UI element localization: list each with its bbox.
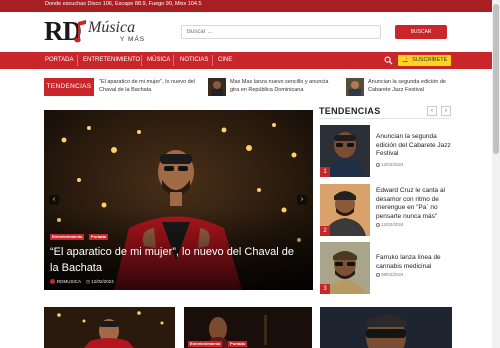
hero-category-badge[interactable]: Entretenimiento [50,234,85,240]
nav-divider [212,55,213,66]
sidebar-item-rank: 2 [320,226,330,236]
nav-item-noticias[interactable]: NOTICIAS [180,57,208,63]
sidebar-divider [319,118,451,119]
sidebar-prev-button[interactable]: ‹ [427,106,437,116]
nav-divider [141,55,142,66]
article-card-image [320,307,452,348]
clock-icon: ◷ [86,279,90,284]
article-card[interactable] [320,307,452,348]
page-scrollbar[interactable] [492,0,500,348]
article-category-badge[interactable]: Entretenimiento [188,341,223,347]
header: RD Música Y MÁS BUSCAR [0,12,500,52]
hero-next-button[interactable]: › [297,195,307,205]
sidebar-item-date-text: 12/02/2024 [381,222,404,227]
author-avatar-icon [50,279,55,285]
nav-item-cine[interactable]: CINE [218,57,232,63]
clock-icon [376,162,380,167]
hero-meta: RDMUSICA ◷ 12/02/2024 [50,279,114,285]
search-button[interactable]: BUSCAR [395,25,447,39]
sidebar-item[interactable]: 1 Anuncian la segunda edición del Cabare… [320,125,452,177]
clock-icon [376,272,380,277]
music-note-icon [74,20,86,43]
sidebar-heading: TENDENCIAS [319,106,381,116]
sidebar-item-date-text: 08/02/2024 [381,272,404,277]
top-bar: Donde escuchas Disco 106, Escape 88.9, F… [0,0,500,12]
sidebar-item-date: 12/02/2024 [376,222,404,227]
nav-divider [77,55,78,66]
article-card-image [44,307,175,348]
ticker-item-title[interactable]: Anuncian la segunda edición de Cabarete … [368,79,454,94]
hero-title[interactable]: “El aparatico de mi mujer”, lo nuevo del… [50,244,300,276]
sidebar-item-title[interactable]: Anuncian la segunda edición del Cabarete… [376,133,452,159]
search-input[interactable] [181,25,381,39]
logo-musica: Música [88,19,136,36]
article-category-badge[interactable]: Portada [228,341,247,347]
clock-icon [376,222,380,227]
hero-prev-button[interactable]: ‹ [49,195,59,205]
sidebar-item-date-text: 12/02/2024 [381,162,404,167]
stations-text: Donde escuchas Disco 106, Escape 88.9, F… [45,1,202,7]
nav-item-entretenimiento[interactable]: ENTRETENIMIENTO [83,57,140,63]
sidebar-item[interactable]: 3 Farruko lanza línea de cannabis medici… [320,242,452,294]
ticker-label: TENDENCIAS [44,78,94,96]
site-logo[interactable]: RD Música Y MÁS [44,16,164,50]
sidebar-item-title[interactable]: Edward Cruz le canta al desamor con ritm… [376,187,452,221]
subscribe-button[interactable]: 🔔 SUSCRÍBETE [398,55,451,66]
subscribe-label: SUSCRÍBETE [412,57,448,63]
hero-author[interactable]: RDMUSICA [57,279,81,284]
search-icon[interactable] [384,56,393,65]
hero-date: 12/02/2024 [91,279,114,284]
hero-category-badge[interactable]: Portada [89,234,108,240]
sidebar-item-rank: 3 [320,284,330,294]
main-nav: PORTADA ENTRETENIMIENTO MÚSICA NOTICIAS … [0,52,500,69]
ticker-item-title[interactable]: "El aparatico de mi mujer", lo nuevo del… [99,79,209,94]
nav-item-musica[interactable]: MÚSICA [147,57,170,63]
sidebar-item-date: 08/02/2024 [376,272,404,277]
ticker-thumbnail [208,78,226,96]
sidebar-item[interactable]: 2 Edward Cruz le canta al desamor con ri… [320,184,452,236]
bell-icon: 🔔 [401,57,410,63]
logo-ymas: Y MÁS [120,36,146,43]
sidebar-item-title[interactable]: Farruko lanza línea de cannabis medicina… [376,254,452,271]
sidebar-item-date: 12/02/2024 [376,162,404,167]
sidebar-item-rank: 1 [320,167,330,177]
nav-divider [173,55,174,66]
ticker-item-title[interactable]: Max Max lanza nuevo sencillo y anuncia g… [230,79,334,94]
scrollbar-thumb[interactable] [493,4,499,154]
ticker-thumbnail [346,78,364,96]
nav-item-portada[interactable]: PORTADA [45,57,73,63]
sidebar-next-button[interactable]: › [441,106,451,116]
article-card[interactable] [44,307,175,348]
